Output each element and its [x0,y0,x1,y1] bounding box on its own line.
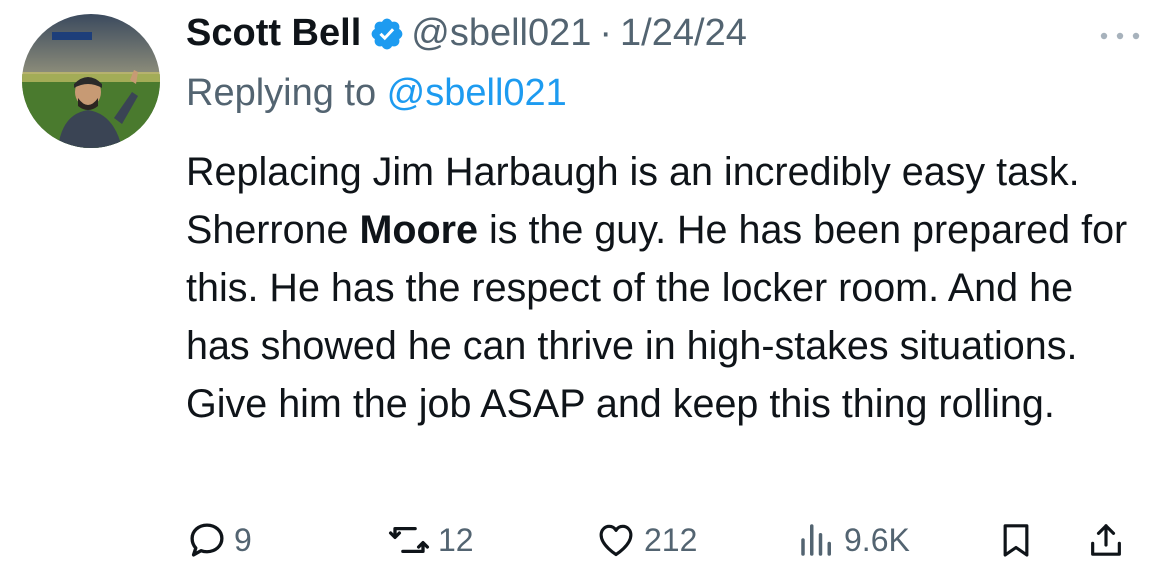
like-count: 212 [644,521,698,558]
tweet-header: Scott Bell @sbell021 · 1/24/24 [186,12,747,64]
share-button[interactable] [1086,514,1126,566]
action-bar: 9 12 212 9.6K [186,514,1146,566]
reply-bubble-icon [186,519,228,561]
avatar-photo [22,14,160,148]
share-icon [1086,519,1126,561]
views-bars-icon [796,519,838,561]
avatar[interactable] [22,14,160,148]
replying-to-label: Replying to [186,72,387,114]
retweet-button[interactable]: 12 [386,514,474,566]
views-count: 9.6K [844,521,910,558]
retweet-count: 12 [438,521,474,558]
retweet-icon [386,519,432,561]
author-handle[interactable]: @sbell021 [411,12,591,54]
like-button[interactable]: 212 [594,514,697,566]
tweet-date[interactable]: 1/24/24 [620,12,747,54]
bookmark-button[interactable] [996,514,1036,566]
tweet-text-bold: Moore [359,208,478,252]
reply-count: 9 [234,521,252,558]
tweet-text: Replacing Jim Harbaugh is an incredibly … [186,143,1146,433]
replying-to-handle-link[interactable]: @sbell021 [387,72,567,114]
heart-icon [594,519,638,561]
author-name[interactable]: Scott Bell [186,12,361,54]
views-button[interactable]: 9.6K [796,514,910,566]
replying-to-line: Replying to @sbell021 [186,72,567,115]
more-dots-icon[interactable] [1096,26,1144,46]
separator-dot: · [599,12,613,54]
verified-badge-icon [369,16,405,52]
reply-button[interactable]: 9 [186,514,252,566]
bookmark-icon [996,519,1036,561]
